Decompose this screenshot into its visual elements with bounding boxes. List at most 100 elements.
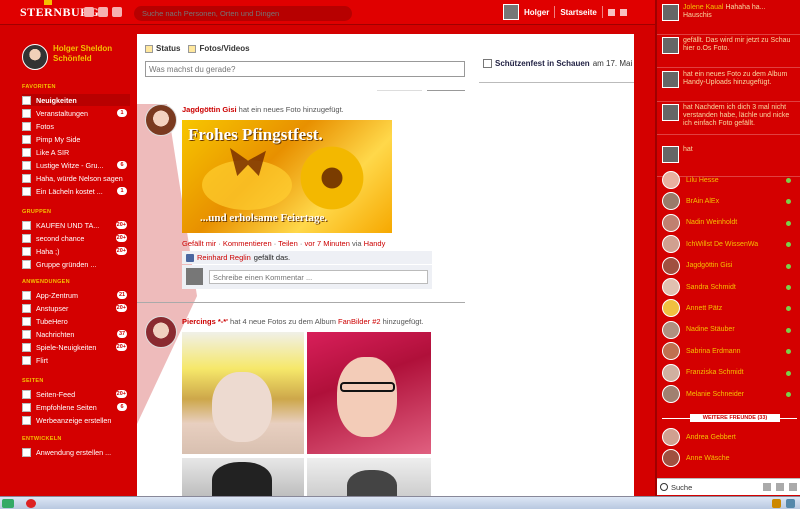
chat-friend-nadine-sta-uber[interactable]: Nadine Stäuber — [662, 320, 794, 339]
sidebar-item-flirt[interactable]: Flirt — [22, 354, 130, 366]
profile-link[interactable]: Holger Sheldon Schönfeld — [22, 44, 112, 70]
ticker-user[interactable]: Jolene Kaual — [683, 4, 723, 11]
sidebar-toggle-icon[interactable] — [789, 483, 797, 491]
sidebar-item-nachrichten[interactable]: Nachrichten 37 — [22, 328, 130, 340]
chat-friend-anne-wa-sche[interactable]: Anne Wäsche — [662, 449, 794, 468]
sidebar-item-app-zentrum[interactable]: App-Zentrum 21 — [22, 289, 130, 301]
chat-friend-nadin-weinholdt[interactable]: Nadin Weinholdt — [662, 213, 794, 232]
album-photo[interactable] — [182, 332, 304, 454]
liker-name[interactable]: Reinhard Reglin — [197, 253, 251, 262]
sidebar-item-neuigkeiten[interactable]: Neuigkeiten — [22, 94, 130, 106]
share-link[interactable]: Teilen — [278, 239, 298, 248]
tray-icon[interactable] — [786, 499, 795, 508]
avatar — [662, 235, 680, 254]
nav-item-icon — [22, 342, 31, 352]
start-icon[interactable] — [2, 499, 14, 508]
chat-friend-jagdgo-ttin-gisi[interactable]: Jagdgöttin Gisi — [662, 256, 794, 275]
ticker-item[interactable]: Jolene Kaual Hahaha ha... Hauschis — [662, 4, 792, 21]
sidebar-item-kaufen-und-ta[interactable]: KAUFEN UND TA... 20+ — [22, 219, 130, 231]
post-author-avatar[interactable] — [145, 316, 177, 348]
profile-name-line2[interactable]: Schönfeld — [53, 54, 112, 64]
chat-search[interactable]: Suche — [657, 478, 800, 495]
user-name-link[interactable]: Holger — [524, 8, 549, 17]
count-badge: 21 — [117, 291, 127, 299]
avatar[interactable] — [503, 4, 519, 20]
popout-icon[interactable] — [776, 483, 784, 491]
avatar[interactable] — [22, 44, 48, 70]
chat-friend-brain-alex[interactable]: BrAin AlEx — [662, 192, 794, 211]
divider — [479, 82, 634, 83]
gear-icon[interactable] — [763, 483, 771, 491]
avatar — [662, 320, 680, 339]
sidebar-item-haha[interactable]: Haha ;) 20+ — [22, 245, 130, 257]
sidebar-item-gruppe-gru-nden[interactable]: Gruppe gründen ... — [22, 258, 130, 270]
sidebar-item-fotos[interactable]: Fotos — [22, 120, 130, 132]
messages-icon[interactable] — [98, 7, 108, 17]
post-time[interactable]: vor 7 Minuten — [304, 239, 349, 248]
sidebar-item-second-chance[interactable]: second chance 20+ — [22, 232, 130, 244]
profile-name-line1[interactable]: Holger Sheldon — [53, 44, 112, 54]
chat-friend-sabrina-erdmann[interactable]: Sabrina Erdmann — [662, 342, 794, 361]
sidebar-item-werbeanzeige-erstellen[interactable]: Werbeanzeige erstellen — [22, 414, 130, 426]
news-feed: Status Fotos/Videos Schützenfest in Scha… — [137, 34, 634, 496]
divider — [601, 6, 603, 18]
sidebar-item-ein-la-cheln-kostet[interactable]: Ein Lächeln kostet ... 1 — [22, 185, 130, 197]
album-photo[interactable] — [307, 458, 431, 496]
sidebar-item-spiele-neuigkeiten[interactable]: Spiele-Neuigkeiten 20+ — [22, 341, 130, 353]
upcoming-event[interactable]: Schützenfest in Schauen am 17. Mai — [483, 59, 632, 68]
chat-search-label[interactable]: Suche — [671, 483, 692, 492]
post-author[interactable]: Jagdgöttin Gisi — [182, 105, 237, 114]
search-input[interactable] — [134, 6, 352, 21]
ticker-item[interactable]: hat Nachdem ich dich 3 mal nicht verstan… — [662, 104, 792, 128]
online-status-icon — [786, 370, 791, 376]
ticker-item[interactable]: gefällt. Das wird mir jetzt zu Schau hie… — [662, 37, 792, 54]
comment-link[interactable]: Kommentieren — [223, 239, 272, 248]
chat-friend-ichwillst-de-wissenwa[interactable]: IchWillst De WissenWa — [662, 235, 794, 254]
tab-photos[interactable]: Fotos/Videos — [188, 44, 250, 53]
chat-friend-franziska-schmidt[interactable]: Franziska Schmidt — [662, 363, 794, 382]
home-link[interactable]: Startseite — [560, 8, 596, 17]
sidebar-item-lustige-witze-gru[interactable]: Lustige Witze - Gru... 6 — [22, 159, 130, 171]
friend-name: IchWillst De WissenWa — [686, 240, 759, 248]
globe-notifications-icon[interactable] — [112, 7, 122, 17]
sidebar-item-haha-wu-rde-nelson-sagen[interactable]: Haha, würde Nelson sagen — [22, 172, 130, 184]
nav-item-icon — [22, 108, 31, 118]
tray-icon[interactable] — [772, 499, 781, 508]
like-link[interactable]: Gefällt mir — [182, 239, 216, 248]
album-photo[interactable] — [182, 458, 304, 496]
sidebar-item-empfohlene-seiten[interactable]: Empfohlene Seiten 6 — [22, 401, 130, 413]
app-icon[interactable] — [26, 499, 36, 508]
via-app-link[interactable]: Handy — [364, 239, 386, 248]
event-name[interactable]: Schützenfest in Schauen — [495, 59, 590, 68]
sidebar-item-anstupser[interactable]: Anstupser 20+ — [22, 302, 130, 314]
status-input[interactable] — [145, 61, 465, 77]
chat-friend-melanie-schneider[interactable]: Melanie Schneider — [662, 385, 794, 403]
gear-icon[interactable] — [619, 8, 627, 16]
chat-friend-andrea-gebbert[interactable]: Andrea Gebbert — [662, 428, 794, 446]
chat-friend-sandra-schmidt[interactable]: Sandra Schmidt — [662, 278, 794, 296]
sidebar-item-anwendung-erstellen[interactable]: Anwendung erstellen ... — [22, 446, 130, 458]
friend-requests-icon[interactable] — [84, 7, 94, 17]
sidebar-item-pimp-my-side[interactable]: Pimp My Side — [22, 133, 130, 145]
privacy-icon[interactable] — [607, 8, 615, 16]
sidebar-item-tubehero[interactable]: TubeHero — [22, 315, 130, 327]
sidebar-item-label: Anwendung erstellen ... — [36, 447, 112, 457]
sidebar-item-seiten-feed[interactable]: Seiten-Feed 20+ — [22, 388, 130, 400]
ticker-item[interactable]: hat ein neues Foto zu dem Album Handy-Up… — [662, 71, 792, 88]
post-image[interactable]: Frohes Pfingstfest. ...und erholsame Fei… — [182, 120, 392, 233]
post-author-avatar[interactable] — [145, 104, 177, 136]
ticker-item[interactable]: hat — [662, 146, 792, 163]
chat-friend-annett-pa-tz[interactable]: Annett Pätz — [662, 299, 794, 318]
sidebar-item-label: Fotos — [36, 121, 54, 131]
comment-input[interactable] — [209, 270, 428, 284]
tab-status[interactable]: Status — [145, 44, 180, 53]
ticker-extra: Hauschis — [683, 12, 712, 19]
post-author[interactable]: Piercings *-*' — [182, 317, 228, 326]
more-friends-label[interactable]: WEITERE FREUNDE (33) — [690, 414, 780, 422]
sidebar-item-like-a-sir[interactable]: Like A SIR — [22, 146, 130, 158]
chat-friend-lilu-hesse[interactable]: Lilu Hesse — [662, 171, 794, 189]
sidebar-item-veranstaltungen[interactable]: Veranstaltungen 1 — [22, 107, 130, 119]
album-link[interactable]: FanBilder #2 — [338, 317, 381, 326]
right-sidebar: Jolene Kaual Hahaha ha... Hauschis gefäll… — [655, 0, 800, 496]
album-photo[interactable] — [307, 332, 431, 454]
